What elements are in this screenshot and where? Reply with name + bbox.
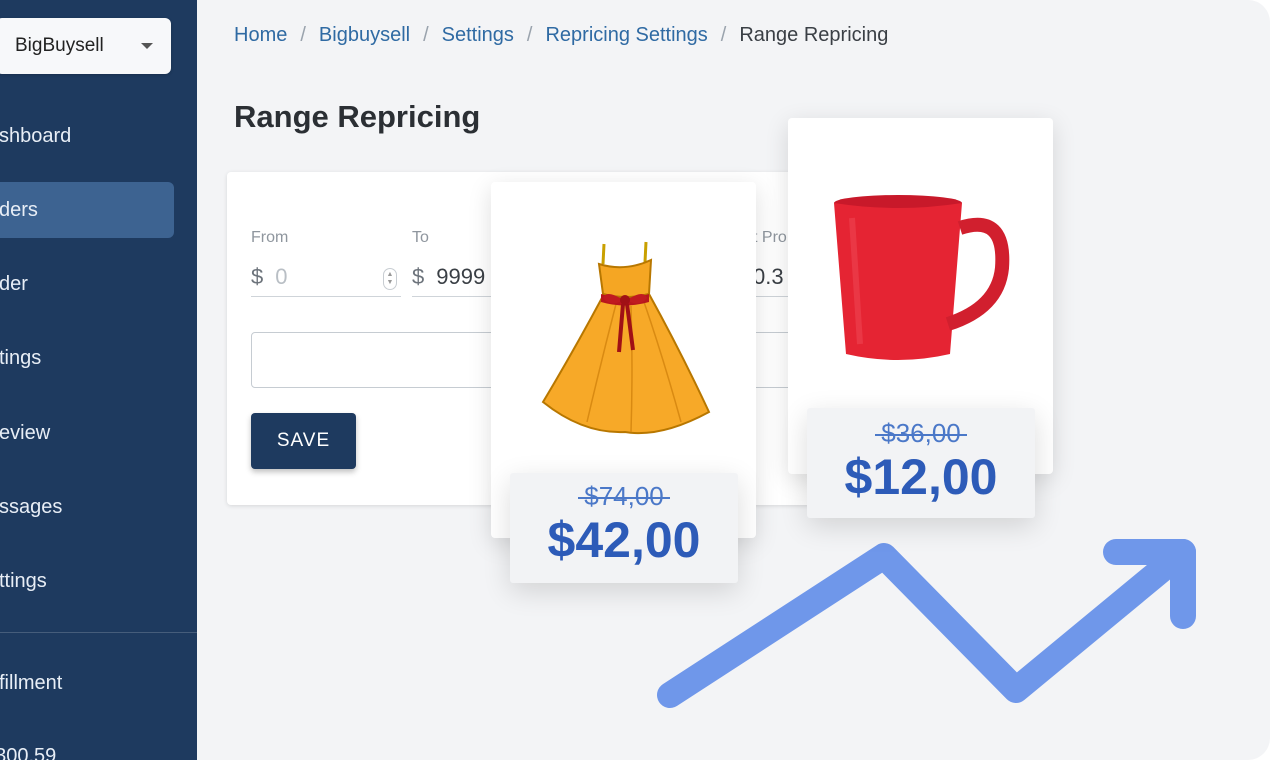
old-price: $74,00 (578, 481, 670, 511)
price-tag-dress: $74,00 $42,00 (510, 473, 738, 583)
app-frame: BigBuysell shboard ders der tings eview … (0, 0, 1270, 760)
dress-image (541, 241, 711, 435)
new-price: $42,00 (547, 512, 701, 568)
new-price: $12,00 (844, 449, 998, 505)
mug-image (834, 195, 1010, 360)
price-tag-mug: $36,00 $12,00 (807, 408, 1035, 518)
old-price: $36,00 (875, 418, 967, 448)
